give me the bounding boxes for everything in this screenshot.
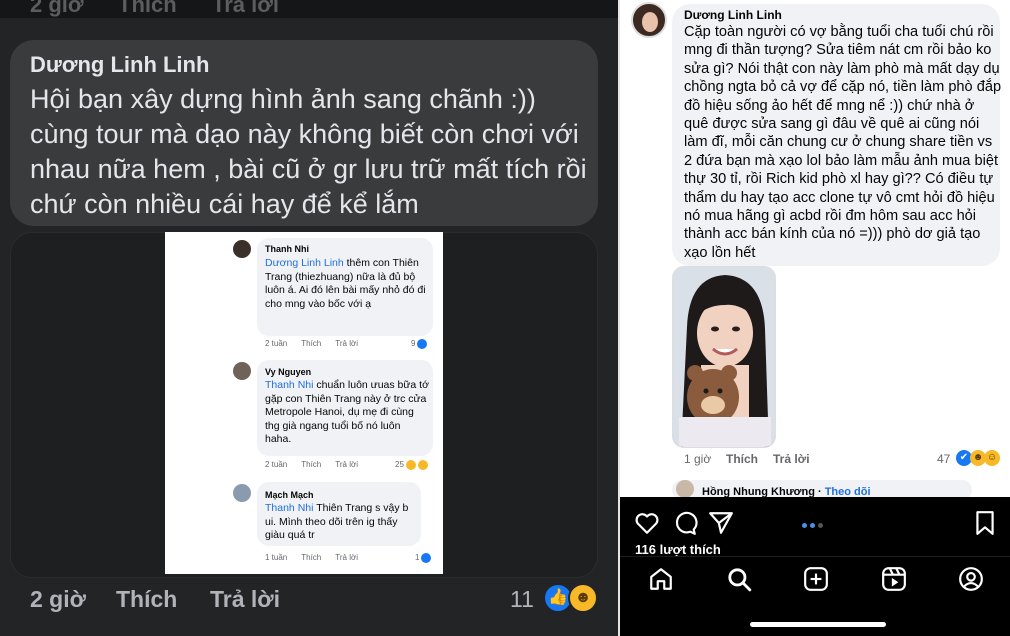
screenshot-comment-author: Mạch Mạch xyxy=(265,490,314,500)
avatar xyxy=(676,480,694,498)
comment-icon[interactable] xyxy=(672,510,698,536)
reaction-count: 25 xyxy=(395,460,428,470)
heart-icon[interactable] xyxy=(634,510,660,536)
avatar xyxy=(233,484,251,502)
avatar[interactable] xyxy=(631,2,667,38)
screenshot-comment-text: Dương Linh Linh thêm con Thiên Trang (th… xyxy=(265,257,426,310)
likes-count[interactable]: 116 lượt thích xyxy=(635,542,721,557)
facebook-dark-panel: 2 giờ Thích Trả lời Dương Linh Linh Hội … xyxy=(0,0,618,636)
profile-icon[interactable] xyxy=(958,566,984,592)
comment-author[interactable]: Dương Linh Linh xyxy=(30,52,209,78)
comment-time: 1 giờ xyxy=(684,452,712,466)
screenshot-comment-text: Thanh Nhi chuẩn luôn ưuas bữa tớ gặp con… xyxy=(265,379,429,446)
instagram-story-panel: Dương Linh Linh Cặp toàn người có vợ bằn… xyxy=(620,0,1010,636)
avatar xyxy=(233,240,251,258)
previous-like-link[interactable]: Thích xyxy=(118,0,177,18)
nav-divider xyxy=(620,556,1010,557)
reply-link[interactable]: Trả lời xyxy=(210,586,280,613)
attached-photo[interactable] xyxy=(672,266,776,448)
attached-screenshot[interactable]: Thanh Nhi Dương Linh Linh thêm con Thiên… xyxy=(165,232,443,574)
comment-text: Hội bạn xây dựng hình ảnh sang chãnh :))… xyxy=(30,84,587,219)
previous-reply-link[interactable]: Trả lời xyxy=(212,0,279,18)
haha-reaction-icon: ☻ xyxy=(568,583,598,613)
previous-time: 2 giờ xyxy=(30,0,84,17)
like-link[interactable]: Thích xyxy=(116,586,177,613)
screenshot-comment-text: Thanh Nhi Thiên Trang s vậy b ui. Mình t… xyxy=(265,502,409,542)
reaction-count: 1 xyxy=(415,553,432,563)
comment-author[interactable]: Dương Linh Linh xyxy=(684,8,782,22)
screenshot-comment-meta: 2 tuần Thích Trả lời xyxy=(265,460,358,469)
home-indicator xyxy=(750,622,886,627)
search-icon[interactable] xyxy=(726,566,752,592)
reels-icon[interactable] xyxy=(881,566,907,592)
share-icon[interactable] xyxy=(708,510,734,536)
carousel-dots xyxy=(802,515,826,533)
reaction-count: 9 xyxy=(411,339,428,349)
avatar xyxy=(233,362,251,380)
reaction-count[interactable]: 47 xyxy=(937,452,950,466)
comment-text: Cặp toàn người có vợ bằng tuổi cha tuổi … xyxy=(684,24,1002,261)
screenshot-comment-author: Vy Nguyen xyxy=(265,367,312,377)
home-icon[interactable] xyxy=(648,566,674,592)
screenshot-comment-meta: 1 tuần Thích Trả lời xyxy=(265,553,358,562)
like-link[interactable]: Thích xyxy=(726,452,758,466)
reply-link[interactable]: Trả lời xyxy=(773,452,810,466)
previous-comment-actions: 2 giờ Thích Trả lời xyxy=(0,0,618,18)
bookmark-icon[interactable] xyxy=(972,510,998,536)
wow-reaction-icon: ☺ xyxy=(984,450,1000,466)
screenshot-comment-author: Thanh Nhi xyxy=(265,244,309,254)
reaction-count[interactable]: 11 xyxy=(510,586,534,613)
comment-time: 2 giờ xyxy=(30,586,86,612)
create-post-icon[interactable] xyxy=(803,566,829,592)
screenshot-comment-meta: 2 tuần Thích Trả lời xyxy=(265,339,358,348)
